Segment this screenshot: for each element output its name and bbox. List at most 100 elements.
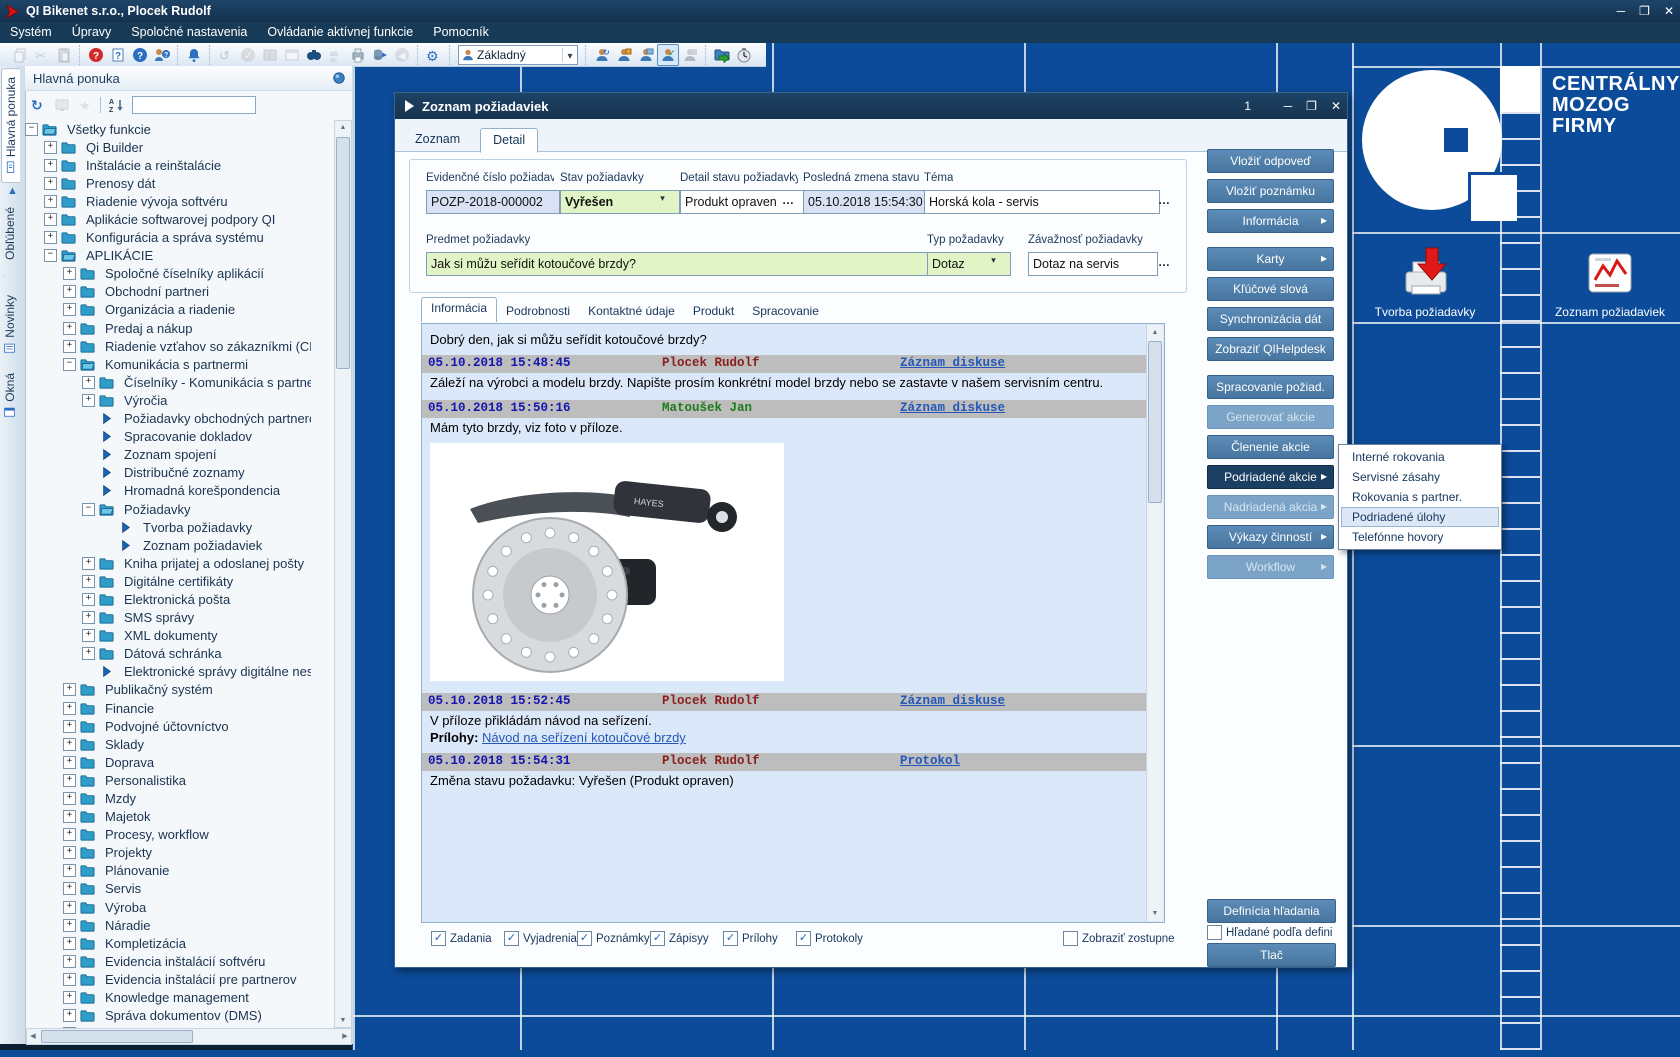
copy-icon[interactable] [9, 44, 31, 66]
tree-item[interactable]: +Kniha prijatej a odoslanej pošty [82, 554, 311, 572]
tree-expander[interactable]: + [63, 340, 76, 353]
back-icon[interactable]: ◀ [391, 44, 413, 66]
tree-item[interactable]: +Výročia [82, 391, 311, 409]
tree-item[interactable]: +Predaj a nákup [63, 319, 311, 337]
context-help-icon[interactable]: ? [85, 44, 107, 66]
monitor-icon[interactable] [51, 94, 73, 116]
tree-item[interactable]: +Hromadná korešpondencia [82, 482, 311, 500]
tree-item[interactable]: −APLIKÁCIE [44, 247, 311, 265]
user-help-icon[interactable]: ? [151, 44, 173, 66]
window-tab-zoznam[interactable]: Zoznam [403, 128, 472, 151]
tree-item[interactable]: +Výroba [63, 898, 311, 916]
tree-expander[interactable]: + [63, 774, 76, 787]
tree-item[interactable]: +Požiadavky obchodných partnerov [82, 410, 311, 428]
app-minimize-button[interactable]: ─ [1617, 4, 1626, 18]
collapse-arrow-icon[interactable]: ▲ [0, 185, 25, 197]
tree-expander[interactable]: + [82, 629, 95, 642]
status-detail-lookup-icon[interactable] [782, 193, 795, 207]
tree-item[interactable]: +Zoznam spojení [82, 446, 311, 464]
tree-expander[interactable]: + [63, 303, 76, 316]
status-detail-field[interactable]: Produkt opraven [680, 190, 820, 214]
filter-prílohy[interactable]: Prílohy [723, 931, 778, 946]
wizard-folder-icon[interactable] [711, 44, 733, 66]
window-icon[interactable] [281, 44, 303, 66]
tree-item[interactable]: +Elektronické správy digitálne nespracov… [82, 663, 311, 681]
filter-poznámky[interactable]: Poznámky [577, 931, 650, 946]
detail-tab-1[interactable]: Informácia [421, 297, 497, 322]
action-button-karty[interactable]: Karty [1207, 247, 1334, 271]
search-definition-button[interactable]: Definícia hľadania [1207, 899, 1336, 923]
tree-expander[interactable]: + [63, 322, 76, 335]
filter-zápisyy[interactable]: Zápisyy [650, 931, 709, 946]
window-maximize-button[interactable]: ❐ [1306, 99, 1317, 113]
tree-expander[interactable]: − [44, 249, 57, 262]
tree-item[interactable]: +Sklady [63, 735, 311, 753]
discussion-scrollbar[interactable]: ▲ ▼ [1146, 325, 1163, 921]
tree-item[interactable]: +Publikačný systém [63, 681, 311, 699]
popup-item-2[interactable]: Servisné zásahy [1341, 467, 1499, 487]
action-button-workflow[interactable]: Workflow [1207, 555, 1334, 579]
menu-item[interactable]: Ovládanie aktívnej funkcie [257, 22, 423, 43]
tree-item[interactable]: +Distribučné zoznamy [82, 464, 311, 482]
sidebar-tab-4[interactable]: Okná [1, 365, 19, 427]
tree-expander[interactable]: + [63, 683, 76, 696]
tree-item[interactable]: −Všetky funkcie [25, 120, 311, 138]
menu-item[interactable]: Pomocník [423, 22, 499, 43]
discussion-record-link[interactable]: Záznam diskuse [900, 694, 1005, 708]
tree-item[interactable]: +Inštalácie a reinštalácie [44, 156, 311, 174]
timer-icon[interactable] [733, 44, 755, 66]
tree-item[interactable]: +Dátová schránka [82, 645, 311, 663]
tree-expander[interactable]: + [44, 177, 57, 190]
data-export-icon[interactable] [369, 44, 391, 66]
action-button-vlo-i-pozn-mku[interactable]: Vložiť poznámku [1207, 179, 1334, 203]
tree-expander[interactable]: + [82, 647, 95, 660]
tree-item[interactable]: +Tvorba požiadavky [101, 518, 311, 536]
severity-lookup-icon[interactable] [1158, 255, 1171, 269]
tree-item[interactable]: +Riadenie vzťahov so zákazníkmi (CRM) [63, 337, 311, 355]
action-button-synchroniz-cia-d-t[interactable]: Synchronizácia dát [1207, 307, 1334, 331]
tree-item[interactable]: +Plánovanie [63, 862, 311, 880]
tree-expander[interactable]: + [82, 394, 95, 407]
tree-item[interactable]: +Zoznam požiadaviek [101, 536, 311, 554]
tree-expander[interactable]: + [82, 557, 95, 570]
detail-tab-5[interactable]: Spracovanie [743, 301, 828, 322]
tree-item[interactable]: +XML dokumenty [82, 627, 311, 645]
tree-item[interactable]: +Knowledge management [63, 989, 311, 1007]
tree-item[interactable]: +Personalistika [63, 771, 311, 789]
detail-tab-2[interactable]: Podrobnosti [497, 301, 579, 322]
replace-icon[interactable]: abac [325, 44, 347, 66]
menu-item[interactable]: Systém [0, 22, 62, 43]
detail-tab-4[interactable]: Produkt [684, 301, 743, 322]
tree-item[interactable]: +Evidencia inštalácií pre partnerov [63, 970, 311, 988]
tree-item[interactable]: +Podvojné účtovníctvo [63, 717, 311, 735]
action-button-podriaden-akcie[interactable]: Podriadené akcie [1207, 465, 1334, 489]
search-by-definition-checkbox[interactable]: Hľadané podľa defini [1207, 925, 1332, 940]
desktop-icon-zoznam-poziadaviek[interactable]: Zoznam požiadaviek [1540, 246, 1680, 319]
tree-item[interactable]: +Prenosy dát [44, 174, 311, 192]
filter-zadania[interactable]: Zadania [431, 931, 492, 946]
discussion-record-link[interactable]: Protokol [900, 754, 960, 768]
tree-expander[interactable]: + [63, 919, 76, 932]
window-tab-detail[interactable]: Detail [480, 128, 538, 153]
action-button-zobrazi-qihelpdesk[interactable]: Zobraziť QIHelpdesk [1207, 337, 1334, 361]
sidebar-tab-2[interactable]: ★Obľúbené [1, 199, 19, 285]
attachment-link[interactable]: Návod na seřízení kotoučové brzdy [482, 730, 686, 745]
action-button-spracovanie-po-iad-[interactable]: Spracovanie požiad. [1207, 375, 1334, 399]
tree-item[interactable]: +Spoločné číselníky aplikácií [63, 265, 311, 283]
topic-lookup-icon[interactable] [1158, 193, 1171, 207]
tree-item[interactable]: +Aplikácie softwarovej podpory QI [44, 210, 311, 228]
confirm-icon[interactable]: ✓ [237, 44, 259, 66]
app-close-button[interactable]: ✕ [1664, 4, 1674, 18]
popup-item-1[interactable]: Interné rokovania [1341, 447, 1499, 467]
popup-item-5[interactable]: Telefónne hovory [1341, 527, 1499, 547]
tree-expander[interactable]: + [63, 955, 76, 968]
tree-item[interactable]: +Spracovanie dokladov [82, 428, 311, 446]
tree-expander[interactable]: + [63, 901, 76, 914]
tree-expander[interactable]: + [63, 937, 76, 950]
action-button--lenenie-akcie[interactable]: Členenie akcie [1207, 435, 1334, 459]
tree-expander[interactable]: + [63, 720, 76, 733]
tree-item[interactable]: +Konfigurácia a správa systému [44, 229, 311, 247]
action-button-generova-akcie[interactable]: Generovať akcie [1207, 405, 1334, 429]
sort-az-icon[interactable]: AZ [106, 94, 128, 116]
pin-icon[interactable] [332, 71, 346, 85]
